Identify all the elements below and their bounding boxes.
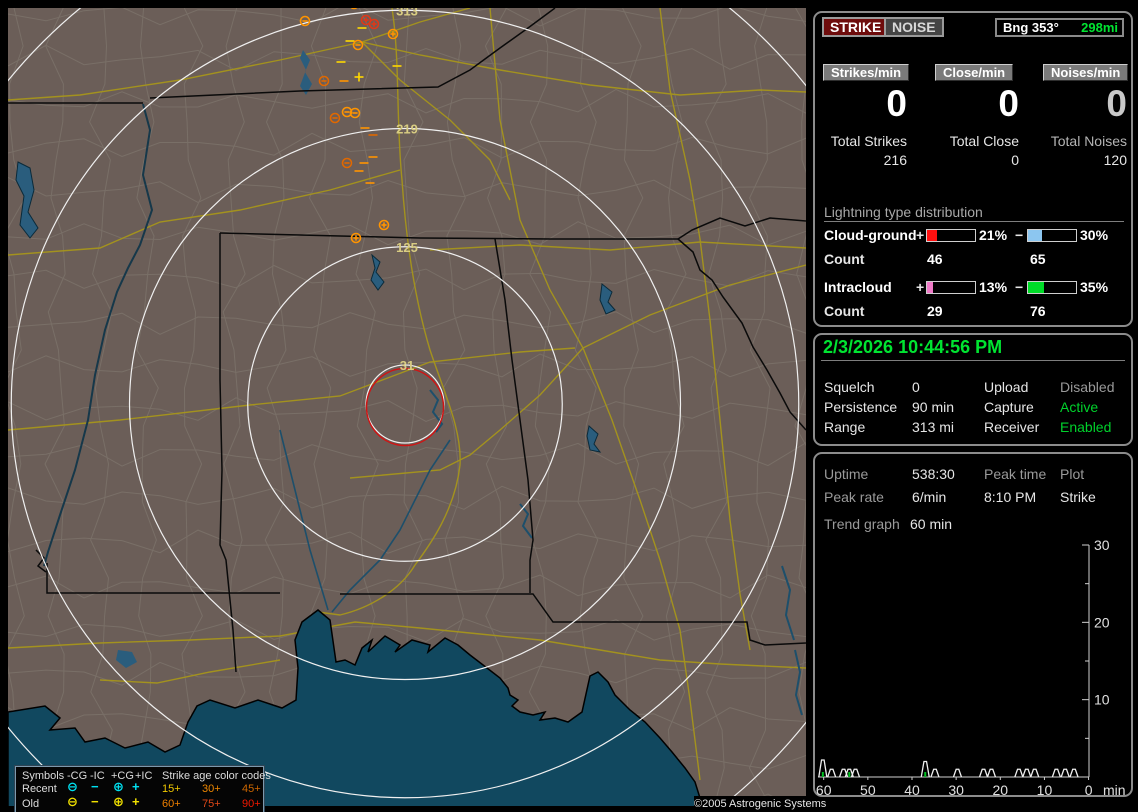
dist-plus-bar: [926, 281, 976, 294]
legend-row-label: Old: [22, 798, 40, 810]
dist-minus-bar: [1027, 229, 1077, 242]
plus-icon: +: [132, 779, 140, 794]
rate-value-1: 0: [998, 83, 1019, 124]
bearing-readout: Bng 353° 298mi: [995, 18, 1124, 37]
status-label: Upload: [984, 379, 1029, 395]
circle-plus-icon: ⊕: [113, 779, 124, 794]
legend-age-75plus: 75+: [202, 798, 221, 810]
status-label: Range: [824, 419, 866, 435]
total-label-0: Total Strikes: [830, 133, 907, 149]
minus-icon: −: [91, 779, 99, 794]
svg-text:60: 60: [816, 782, 832, 795]
status-label: Capture: [984, 399, 1034, 415]
circle-plus-icon: ⊕: [113, 794, 124, 809]
dist-minus-pct: 30%: [1080, 227, 1109, 243]
status-value: 313 mi: [912, 419, 955, 435]
strike-button[interactable]: STRIKE: [822, 17, 890, 37]
status-value: Active: [1060, 399, 1099, 415]
distribution-divider: [824, 221, 1124, 222]
plus-sign: +: [916, 227, 925, 243]
plus-sign: +: [916, 279, 925, 295]
rate-chip-0[interactable]: Strikes/min: [823, 64, 910, 81]
status-label: Squelch: [824, 379, 875, 395]
lightning-map[interactable]: 313 219 125 31 Symbols -CG -IC +CG +IC Stri…: [0, 0, 918, 812]
distribution-title: Lightning type distribution: [824, 204, 983, 220]
legend-age-45plus: 45+: [242, 783, 261, 795]
legend-symbols-header: Symbols: [22, 770, 65, 782]
svg-text:10: 10: [1094, 692, 1110, 708]
status-panel: 2/3/2026 10:44:56 PM Squelch 0 Upload Disab…: [813, 333, 1133, 446]
dist-minus-pct: 35%: [1080, 279, 1109, 295]
legend-age-title: Strike age color codes: [162, 770, 271, 782]
svg-text:min: min: [1103, 782, 1126, 795]
circle-minus-icon: ⊖: [67, 794, 78, 809]
bearing-distance: 298mi: [1081, 20, 1118, 35]
noise-button[interactable]: NOISE: [884, 17, 944, 37]
svg-text:0: 0: [1085, 782, 1093, 795]
legend-age-90plus: 90+: [242, 798, 261, 810]
stats-panel: STRIKE NOISE Bng 353° 298mi Strikes/min 0…: [813, 11, 1133, 327]
dist-count-label: Count: [824, 303, 865, 319]
ring-label-219: 219: [396, 122, 418, 137]
rate-chip-2[interactable]: Noises/min: [1043, 64, 1129, 81]
dist-plus-pct: 21%: [979, 227, 1008, 243]
total-label-2: Total Noises: [1050, 133, 1127, 149]
status-value: 90 min: [912, 399, 955, 415]
svg-text:20: 20: [993, 782, 1009, 795]
map-legend: Symbols -CG -IC +CG +IC Strike age color…: [14, 765, 271, 812]
date-time: 2/3/2026 10:44:56 PM: [823, 337, 1003, 357]
minus-sign: −: [1015, 227, 1024, 243]
legend-age-15plus: 15+: [162, 783, 181, 795]
total-value-2: 120: [1103, 152, 1127, 168]
ring-label-313: 313: [396, 8, 418, 18]
status-value: Enabled: [1060, 419, 1112, 435]
svg-text:30: 30: [948, 782, 964, 795]
dist-row-label: Intracloud: [824, 279, 892, 295]
status-value: Disabled: [1060, 379, 1115, 395]
trend-graph: 30 20 10 60 50 40 30 20 10 0 min: [816, 537, 1126, 795]
status-label: Receiver: [984, 419, 1040, 435]
plus-icon: +: [132, 794, 140, 809]
dist-minus-count: 76: [1030, 303, 1046, 319]
minus-icon: −: [91, 794, 99, 809]
svg-text:40: 40: [904, 782, 920, 795]
svg-text:30: 30: [1094, 537, 1110, 553]
total-value-0: 216: [883, 152, 907, 168]
rate-value-2: 0: [1106, 83, 1127, 124]
total-value-1: 0: [1011, 152, 1019, 168]
map-canvas: 313 219 125 31: [0, 0, 918, 812]
total-label-1: Total Close: [949, 133, 1019, 149]
copyright-bar: ©2005 Astrogenic Systems: [694, 796, 827, 812]
svg-text:50: 50: [860, 782, 876, 795]
dist-row-label: Cloud-ground: [824, 227, 917, 243]
dist-plus-count: 29: [927, 303, 943, 319]
status-value: 0: [912, 379, 920, 395]
svg-text:20: 20: [1094, 614, 1110, 630]
minus-sign: −: [1015, 279, 1024, 295]
ring-label-31: 31: [400, 358, 414, 373]
dist-minus-count: 65: [1030, 251, 1046, 267]
legend-age-60plus: 60+: [162, 798, 181, 810]
rate-chip-1[interactable]: Close/min: [935, 64, 1014, 81]
bearing-label: Bng 353°: [1003, 20, 1059, 35]
legend-row-label: Recent: [22, 783, 57, 795]
datetime-divider: [821, 360, 1125, 361]
dist-count-label: Count: [824, 251, 865, 267]
svg-text:10: 10: [1037, 782, 1053, 795]
legend-age-30plus: 30+: [202, 783, 221, 795]
circle-minus-icon: ⊖: [67, 779, 78, 794]
session-panel: Uptime 538:30 Peak time Plot Peak rate 6/min 8…: [813, 452, 1133, 797]
status-label: Persistence: [824, 399, 898, 415]
rate-value-0: 0: [886, 83, 907, 124]
dist-plus-pct: 13%: [979, 279, 1008, 295]
dist-plus-bar: [926, 229, 976, 242]
dist-minus-bar: [1027, 281, 1077, 294]
ring-label-125: 125: [396, 240, 418, 255]
app-window: 313 219 125 31 Symbols -CG -IC +CG +IC Stri…: [0, 0, 1138, 812]
dist-plus-count: 46: [927, 251, 943, 267]
